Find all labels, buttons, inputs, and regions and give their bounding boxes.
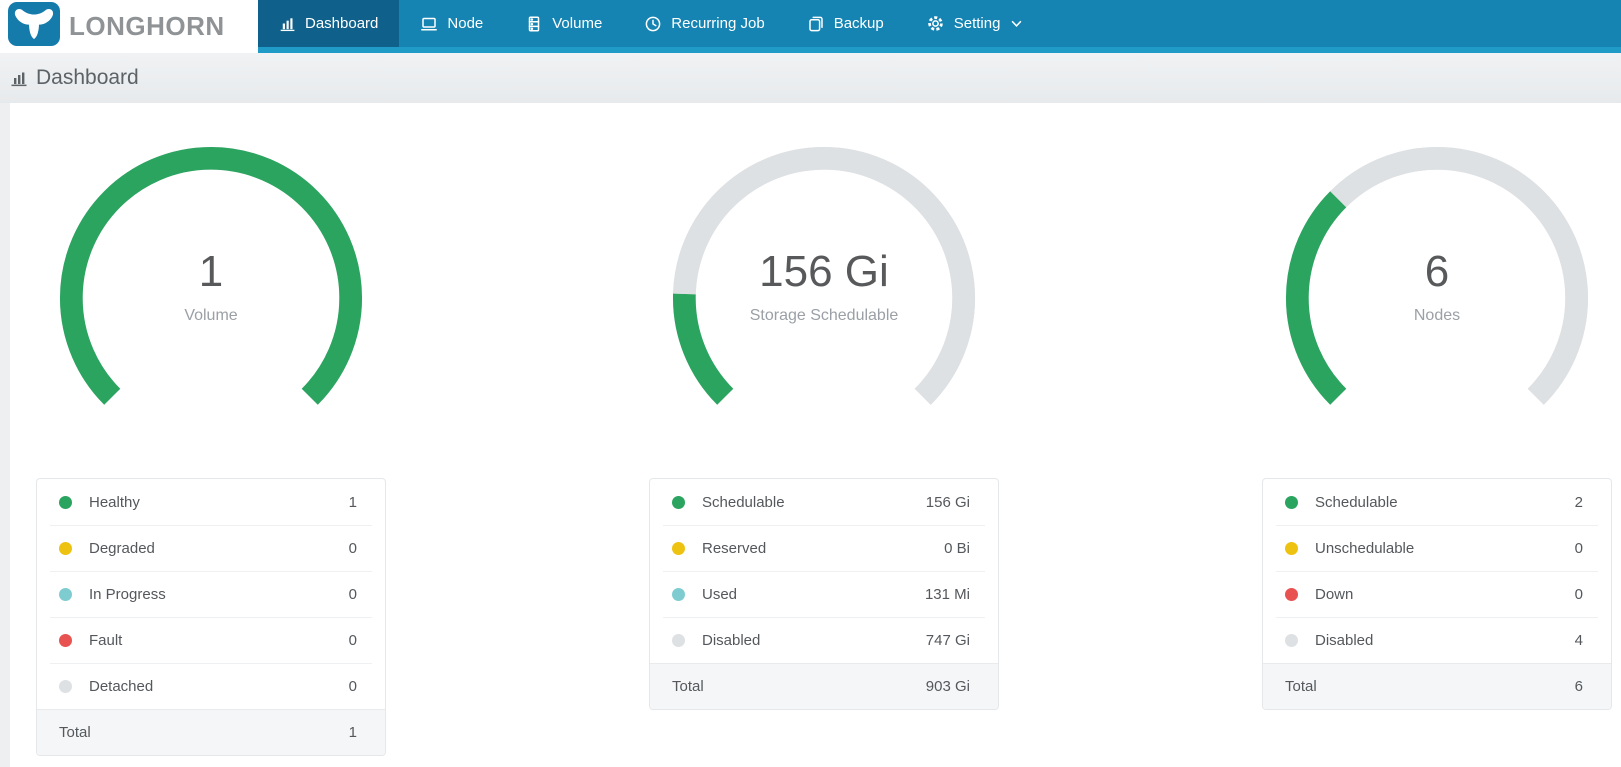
legend-row: Schedulable 2 xyxy=(1263,479,1611,525)
legend-value: 2 xyxy=(1574,493,1583,511)
status-dot xyxy=(59,679,72,693)
legend-value: 0 xyxy=(1574,539,1583,557)
chevron-down-icon xyxy=(1011,20,1022,28)
status-dot xyxy=(672,495,685,509)
page-title: Dashboard xyxy=(36,66,139,89)
status-dot xyxy=(59,495,72,509)
legend-row: Schedulable 156 Gi xyxy=(650,479,998,525)
nav-item-recurring-job[interactable]: Recurring Job xyxy=(623,0,785,47)
legend-value: 0 xyxy=(348,631,357,649)
legend-label: Unschedulable xyxy=(1315,539,1415,557)
dashboard-column: 1 Volume Healthy 1 Degraded 0 In Progress 0 Fa… xyxy=(36,145,386,767)
legend-label: Disabled xyxy=(1315,631,1374,649)
total-value: 1 xyxy=(348,724,357,741)
status-dot xyxy=(59,587,72,601)
main-nav: Dashboard Node Volume Recurring Job Back… xyxy=(258,0,1621,53)
status-dot xyxy=(1285,587,1298,601)
legend-row: Disabled 4 xyxy=(1263,617,1611,663)
nav-item-backup[interactable]: Backup xyxy=(786,0,905,47)
nav-item-volume[interactable]: Volume xyxy=(504,0,623,47)
dashboard-icon xyxy=(279,15,296,32)
brand-name: LONGHORN xyxy=(69,11,225,41)
setting-icon xyxy=(926,14,945,33)
legend-label: Disabled xyxy=(702,631,761,649)
legend-label: Reserved xyxy=(702,539,767,557)
total-value: 903 Gi xyxy=(925,678,970,695)
longhorn-logo-icon xyxy=(8,2,60,51)
legend-row: Degraded 0 xyxy=(37,525,385,571)
status-dot xyxy=(1285,541,1298,555)
legend-row: Unschedulable 0 xyxy=(1263,525,1611,571)
nav-item-label: Setting xyxy=(953,15,1001,32)
legend-value: 0 xyxy=(348,539,357,557)
total-row: Total 903 Gi xyxy=(650,663,998,709)
legend-value: 747 Gi xyxy=(925,631,970,649)
gauge-chart: 1 Volume xyxy=(58,145,364,451)
nav-item-label: Volume xyxy=(552,15,603,32)
legend-label: In Progress xyxy=(89,585,166,603)
main-area: 1 Volume Healthy 1 Degraded 0 In Progress 0 Fa… xyxy=(0,103,1621,767)
breadcrumb: Dashboard xyxy=(0,53,1621,103)
nav-item-node[interactable]: Node xyxy=(399,0,504,47)
legend-table: Schedulable 156 Gi Reserved 0 Bi Used 131 Mi D… xyxy=(649,478,999,710)
total-label: Total xyxy=(672,678,704,695)
legend-label: Used xyxy=(702,585,738,603)
status-dot xyxy=(672,587,685,601)
nav-item-label: Node xyxy=(447,15,484,32)
legend-value: 0 xyxy=(348,677,357,695)
gauge-chart: 6 Nodes xyxy=(1284,145,1590,451)
legend-value: 0 xyxy=(348,585,357,603)
legend-label: Schedulable xyxy=(702,493,785,511)
dashboard-chart-icon xyxy=(10,69,28,87)
logo-section[interactable]: LONGHORN xyxy=(0,0,258,53)
legend-row: In Progress 0 xyxy=(37,571,385,617)
legend-table: Healthy 1 Degraded 0 In Progress 0 Fault 0 Detac… xyxy=(36,478,386,756)
legend-value: 1 xyxy=(348,493,357,511)
nav-item-label: Backup xyxy=(833,15,884,32)
total-row: Total 6 xyxy=(1263,663,1611,709)
backup-icon xyxy=(807,15,825,33)
status-dot xyxy=(59,541,72,555)
legend-label: Detached xyxy=(89,677,154,695)
total-label: Total xyxy=(1285,678,1317,695)
status-dot xyxy=(1285,495,1298,509)
volume-icon xyxy=(525,15,543,33)
status-dot xyxy=(1285,633,1298,647)
dashboard-card: 1 Volume Healthy 1 Degraded 0 In Progress 0 Fa… xyxy=(10,103,1621,767)
nav-item-dashboard[interactable]: Dashboard xyxy=(258,0,400,47)
total-row: Total 1 xyxy=(37,709,385,755)
nav-item-setting[interactable]: Setting xyxy=(905,0,1044,47)
legend-label: Schedulable xyxy=(1315,493,1398,511)
recurring-job-icon xyxy=(644,15,662,33)
legend-value: 4 xyxy=(1574,631,1583,649)
status-dot xyxy=(672,633,685,647)
status-dot xyxy=(672,541,685,555)
legend-row: Detached 0 xyxy=(37,663,385,709)
legend-row: Down 0 xyxy=(1263,571,1611,617)
status-dot xyxy=(59,633,72,647)
legend-row: Healthy 1 xyxy=(37,479,385,525)
legend-table: Schedulable 2 Unschedulable 0 Down 0 Disabled 4… xyxy=(1262,478,1612,710)
legend-value: 131 Mi xyxy=(924,585,970,603)
nav-item-label: Recurring Job xyxy=(671,15,765,32)
legend-row: Reserved 0 Bi xyxy=(650,525,998,571)
gauge-chart: 156 Gi Storage Schedulable xyxy=(671,145,977,451)
legend-label: Healthy xyxy=(89,493,140,511)
node-icon xyxy=(420,15,438,33)
legend-label: Degraded xyxy=(89,539,155,557)
legend-label: Fault xyxy=(89,631,123,649)
total-value: 6 xyxy=(1574,678,1583,695)
nav-item-label: Dashboard xyxy=(305,15,379,32)
legend-row: Disabled 747 Gi xyxy=(650,617,998,663)
legend-label: Down xyxy=(1315,585,1354,603)
top-bar: LONGHORN Dashboard Node Volume Recurring… xyxy=(0,0,1621,53)
total-label: Total xyxy=(59,724,91,741)
legend-value: 0 Bi xyxy=(944,539,970,557)
legend-value: 0 xyxy=(1574,585,1583,603)
legend-row: Fault 0 xyxy=(37,617,385,663)
dashboard-column: 6 Nodes Schedulable 2 Unschedulable 0 Down 0 D… xyxy=(1262,145,1612,767)
legend-value: 156 Gi xyxy=(925,493,970,511)
dashboard-column: 156 Gi Storage Schedulable Schedulable 15… xyxy=(649,145,999,767)
legend-row: Used 131 Mi xyxy=(650,571,998,617)
